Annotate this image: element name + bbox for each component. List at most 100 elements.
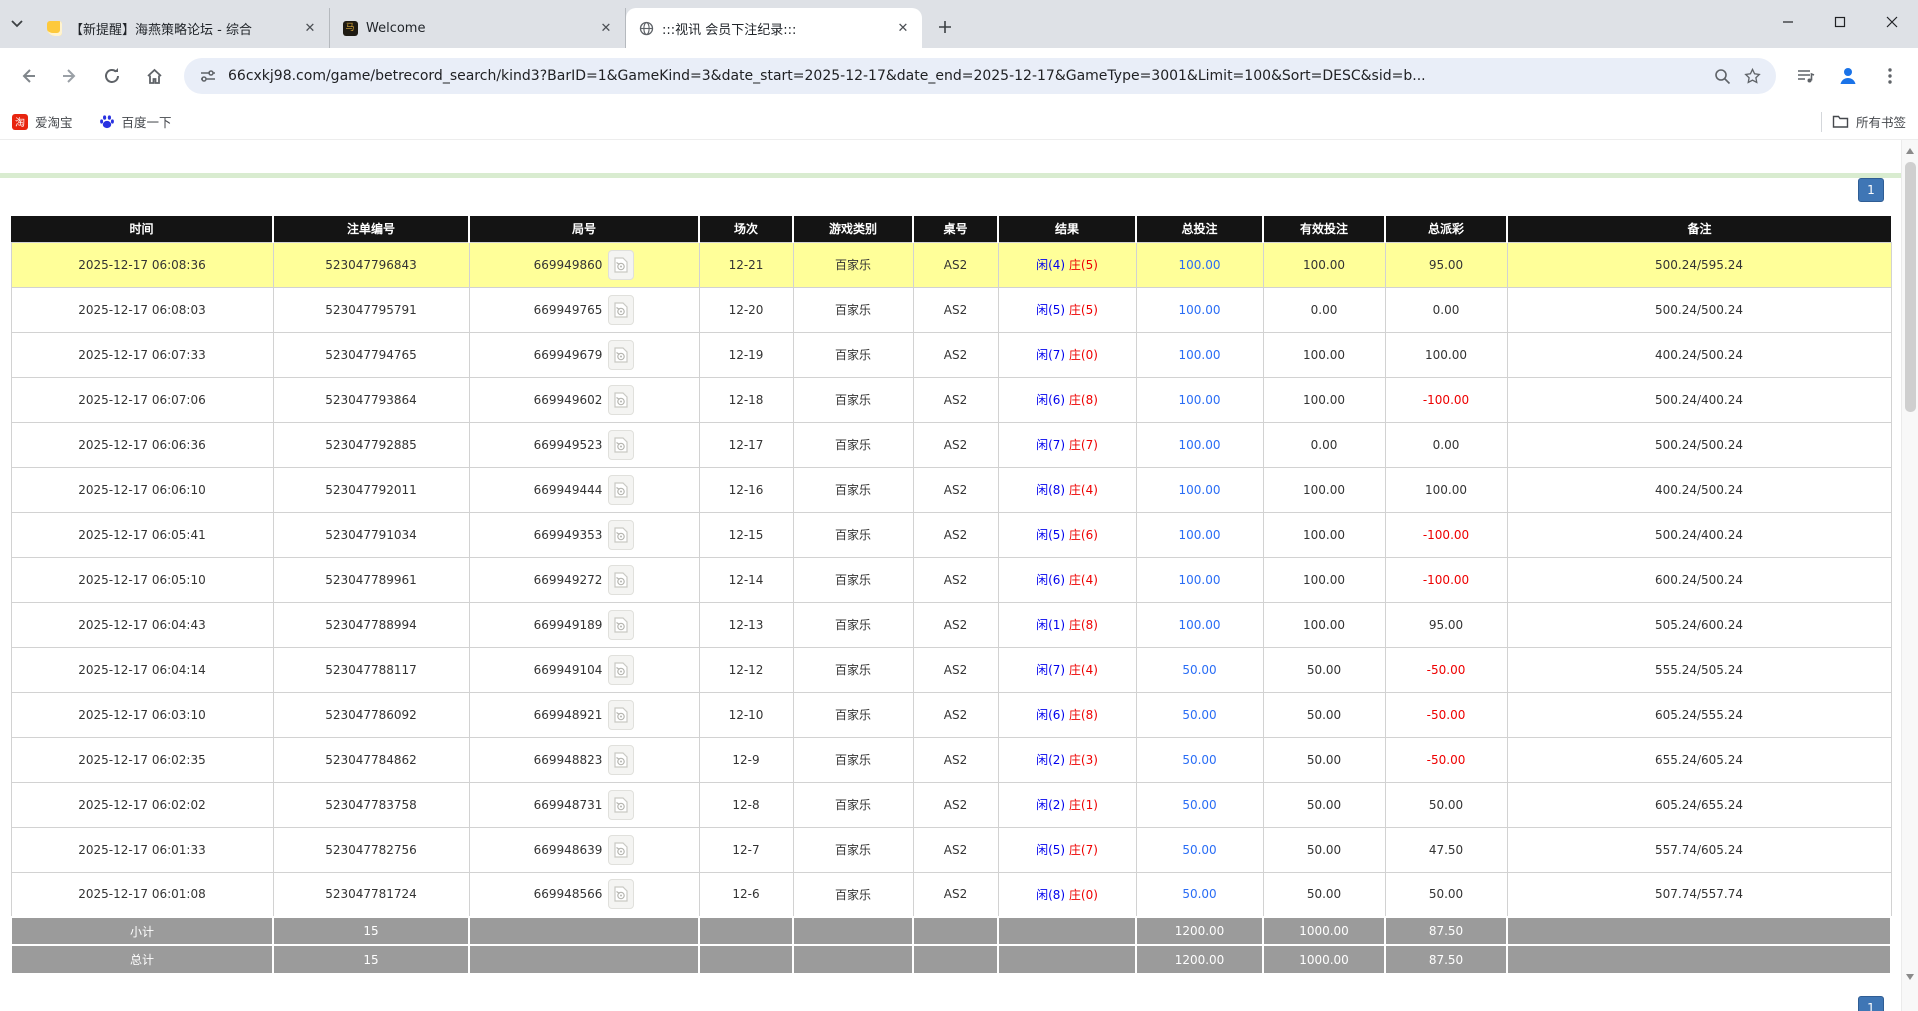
scroll-up-icon[interactable] [1906,148,1914,154]
video-replay-icon[interactable] [608,520,634,550]
video-replay-icon[interactable] [608,385,634,415]
cell-table-no: AS2 [913,287,998,332]
cell-time: 2025-12-17 06:04:14 [11,647,273,692]
tab-close-icon[interactable]: ✕ [894,19,912,37]
menu-kebab-icon[interactable] [1872,58,1908,94]
pagination-page-1-top[interactable]: 1 [1858,178,1884,202]
url-text[interactable]: 66cxkj98.com/game/betrecord_search/kind3… [228,68,1702,84]
table-row: 2025-12-17 06:01:33 523047782756 6699486… [11,827,1891,872]
col-time: 时间 [11,216,273,242]
tab-title: Welcome [366,21,589,36]
video-replay-icon[interactable] [608,250,634,280]
video-replay-icon[interactable] [608,700,634,730]
tab-welcome[interactable]: 马 Welcome ✕ [330,8,626,48]
bookmark-label: 爱淘宝 [35,112,73,131]
scroll-down-icon[interactable] [1906,974,1914,980]
vertical-scrollbar[interactable] [1901,140,1918,1011]
close-window-button[interactable] [1866,0,1918,44]
maximize-button[interactable] [1814,0,1866,44]
result-player: 闲(6) [1036,573,1065,587]
cell-round: 669949353 [469,512,699,557]
cell-total-bet-link[interactable]: 100.00 [1136,602,1263,647]
video-replay-icon[interactable] [608,745,634,775]
video-replay-icon[interactable] [608,835,634,865]
cell-result: 闲(4) 庄(5) [998,242,1136,287]
round-number: 669948566 [534,887,603,901]
cell-result: 闲(8) 庄(4) [998,467,1136,512]
all-bookmarks-button[interactable]: 所有书签 [1832,112,1906,131]
home-icon[interactable] [136,58,172,94]
window-controls [1762,0,1918,48]
refresh-icon[interactable] [94,58,130,94]
cell-category: 百家乐 [793,872,913,917]
video-replay-icon[interactable] [608,565,634,595]
video-replay-icon[interactable] [608,655,634,685]
cell-result: 闲(7) 庄(4) [998,647,1136,692]
cell-total-bet-link[interactable]: 50.00 [1136,872,1263,917]
cell-total-bet-link[interactable]: 50.00 [1136,692,1263,737]
video-replay-icon[interactable] [608,475,634,505]
cell-total-bet-link[interactable]: 100.00 [1136,422,1263,467]
cell-total-bet-link[interactable]: 50.00 [1136,647,1263,692]
result-player: 闲(7) [1036,348,1065,362]
cell-category: 百家乐 [793,287,913,332]
browser-window: 【新提醒】海燕策略论坛 - 综合 ✕ 马 Welcome ✕ :::视讯 会员下… [0,0,1918,1011]
address-bar[interactable]: 66cxkj98.com/game/betrecord_search/kind3… [184,58,1776,94]
video-replay-icon[interactable] [608,879,634,909]
cell-total-bet-link[interactable]: 100.00 [1136,377,1263,422]
cell-total-bet-link[interactable]: 100.00 [1136,287,1263,332]
back-icon[interactable] [10,58,46,94]
new-tab-button[interactable] [930,12,960,42]
bookmark-baidu[interactable]: 百度一下 [99,112,172,131]
col-session: 场次 [699,216,793,242]
tab-title: :::视讯 会员下注纪录::: [662,19,886,38]
cell-result: 闲(5) 庄(7) [998,827,1136,872]
bookmark-star-icon[interactable] [1742,66,1762,86]
minimize-button[interactable] [1762,0,1814,44]
table-row: 2025-12-17 06:08:36 523047796843 6699498… [11,242,1891,287]
cell-remark: 500.24/400.24 [1507,512,1891,557]
video-replay-icon[interactable] [608,610,634,640]
bookmark-taobao[interactable]: 淘 爱淘宝 [12,112,73,131]
scrollbar-thumb[interactable] [1905,162,1916,412]
forward-icon[interactable] [52,58,88,94]
profile-avatar[interactable] [1830,58,1866,94]
cell-session: 12-15 [699,512,793,557]
cell-bet-id: 523047795791 [273,287,469,332]
tab-search-chevron-icon[interactable] [0,0,34,48]
round-number: 669949602 [534,393,603,407]
tab-close-icon[interactable]: ✕ [301,19,319,37]
cell-total-bet-link[interactable]: 100.00 [1136,242,1263,287]
cell-total-bet-link[interactable]: 50.00 [1136,782,1263,827]
cell-total-bet-link[interactable]: 100.00 [1136,557,1263,602]
video-replay-icon[interactable] [608,295,634,325]
tab-bet-records[interactable]: :::视讯 会员下注纪录::: ✕ [626,8,922,48]
result-banker: 庄(4) [1069,483,1098,497]
cell-table-no: AS2 [913,602,998,647]
cell-remark: 600.24/500.24 [1507,557,1891,602]
tab-strip: 【新提醒】海燕策略论坛 - 综合 ✕ 马 Welcome ✕ :::视讯 会员下… [0,0,1918,48]
tab-forum[interactable]: 【新提醒】海燕策略论坛 - 综合 ✕ [34,8,330,48]
cell-total-bet-link[interactable]: 50.00 [1136,737,1263,782]
media-controls-icon[interactable] [1788,58,1824,94]
round-number: 669949679 [534,348,603,362]
table-body: 2025-12-17 06:08:36 523047796843 6699498… [11,242,1891,917]
cell-total-bet-link[interactable]: 100.00 [1136,467,1263,512]
zoom-icon[interactable] [1712,66,1732,86]
cell-bet-id: 523047792885 [273,422,469,467]
cell-bet-id: 523047783758 [273,782,469,827]
summary-count: 15 [273,917,469,945]
taobao-icon: 淘 [12,114,28,130]
cell-category: 百家乐 [793,737,913,782]
tab-close-icon[interactable]: ✕ [597,19,615,37]
video-replay-icon[interactable] [608,430,634,460]
cell-total-bet-link[interactable]: 100.00 [1136,332,1263,377]
video-replay-icon[interactable] [608,340,634,370]
pagination-page-1-bottom[interactable]: 1 [1858,996,1884,1011]
site-settings-tune-icon[interactable] [198,66,218,86]
cell-remark: 400.24/500.24 [1507,467,1891,512]
video-replay-icon[interactable] [608,790,634,820]
cell-total-bet-link[interactable]: 50.00 [1136,827,1263,872]
cell-session: 12-13 [699,602,793,647]
cell-total-bet-link[interactable]: 100.00 [1136,512,1263,557]
